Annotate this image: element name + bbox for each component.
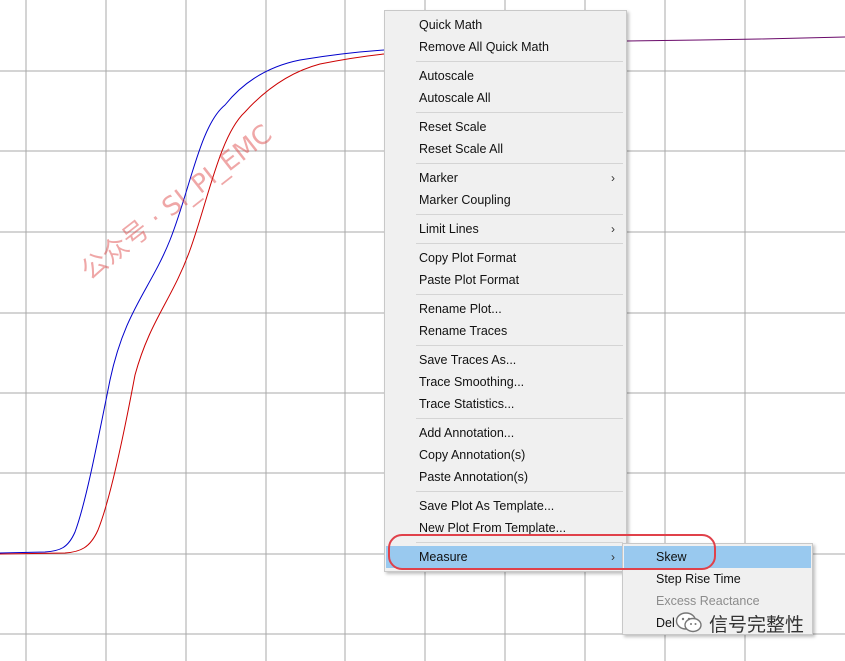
menu-item-label: Reset Scale All: [419, 142, 504, 156]
menu-separator: [416, 418, 623, 419]
menu-item-quick-math[interactable]: Quick Math: [386, 14, 625, 36]
highlight-callout: [388, 534, 716, 570]
menu-item-paste-plot-format[interactable]: Paste Plot Format: [386, 269, 625, 291]
menu-item-save-plot-as-template[interactable]: Save Plot As Template...: [386, 495, 625, 517]
menu-item-copy-annotations[interactable]: Copy Annotation(s): [386, 444, 625, 466]
menu-item-label: Trace Statistics...: [419, 397, 515, 411]
menu-item-rename-traces[interactable]: Rename Traces: [386, 320, 625, 342]
menu-item-label: Save Traces As...: [419, 353, 517, 367]
menu-item-label: Rename Plot...: [419, 302, 502, 316]
trace-blue: [0, 49, 385, 554]
menu-separator: [416, 243, 623, 244]
menu-item-add-annotation[interactable]: Add Annotation...: [386, 422, 625, 444]
trace-overlay-right: [625, 36, 845, 42]
menu-item-label: Marker: [419, 171, 458, 185]
menu-item-paste-annotations[interactable]: Paste Annotation(s): [386, 466, 625, 488]
menu-item-trace-statistics[interactable]: Trace Statistics...: [386, 393, 625, 415]
menu-separator: [416, 214, 623, 215]
menu-separator: [416, 61, 623, 62]
submenu-arrow-icon: ›: [611, 171, 615, 185]
menu-item-label: Marker Coupling: [419, 193, 511, 207]
trace-red: [0, 53, 385, 555]
menu-item-label: Reset Scale: [419, 120, 487, 134]
menu-item-label: Remove All Quick Math: [419, 40, 549, 54]
menu-separator: [416, 345, 623, 346]
wechat-icon: [675, 612, 702, 633]
badge-text: 信号完整性: [709, 613, 805, 636]
menu-separator: [416, 491, 623, 492]
wechat-badge: 信号完整性: [675, 606, 804, 640]
submenu-item-step-rise-time[interactable]: Step Rise Time: [624, 568, 811, 590]
menu-separator: [416, 112, 623, 113]
menu-item-label: Trace Smoothing...: [419, 375, 525, 389]
menu-item-reset-scale[interactable]: Reset Scale: [386, 116, 625, 138]
menu-item-label: Autoscale: [419, 69, 474, 83]
menu-item-label: Paste Annotation(s): [419, 470, 529, 484]
menu-item-limit-lines[interactable]: Limit Lines ›: [386, 218, 625, 240]
menu-item-remove-all-quick-math[interactable]: Remove All Quick Math: [386, 36, 625, 58]
menu-item-label: New Plot From Template...: [419, 521, 567, 535]
submenu-arrow-icon: ›: [611, 222, 615, 236]
menu-item-label: Autoscale All: [419, 91, 491, 105]
menu-item-marker-coupling[interactable]: Marker Coupling: [386, 189, 625, 211]
menu-separator: [416, 294, 623, 295]
menu-item-label: Paste Plot Format: [419, 273, 520, 287]
menu-item-label: Save Plot As Template...: [419, 499, 555, 513]
submenu-item-label: Del: [656, 616, 675, 630]
menu-item-autoscale-all[interactable]: Autoscale All: [386, 87, 625, 109]
menu-item-label: Quick Math: [419, 18, 483, 32]
context-menu: Quick Math Remove All Quick Math Autosca…: [384, 10, 627, 572]
menu-item-label: Copy Annotation(s): [419, 448, 526, 462]
submenu-item-label: Step Rise Time: [656, 572, 741, 586]
menu-item-label: Rename Traces: [419, 324, 508, 338]
menu-separator: [416, 163, 623, 164]
menu-item-label: Copy Plot Format: [419, 251, 517, 265]
menu-item-save-traces-as[interactable]: Save Traces As...: [386, 349, 625, 371]
menu-item-rename-plot[interactable]: Rename Plot...: [386, 298, 625, 320]
menu-item-label: Limit Lines: [419, 222, 479, 236]
menu-item-copy-plot-format[interactable]: Copy Plot Format: [386, 247, 625, 269]
menu-item-marker[interactable]: Marker ›: [386, 167, 625, 189]
menu-item-trace-smoothing[interactable]: Trace Smoothing...: [386, 371, 625, 393]
menu-item-autoscale[interactable]: Autoscale: [386, 65, 625, 87]
menu-item-label: Add Annotation...: [419, 426, 515, 440]
menu-item-reset-scale-all[interactable]: Reset Scale All: [386, 138, 625, 160]
